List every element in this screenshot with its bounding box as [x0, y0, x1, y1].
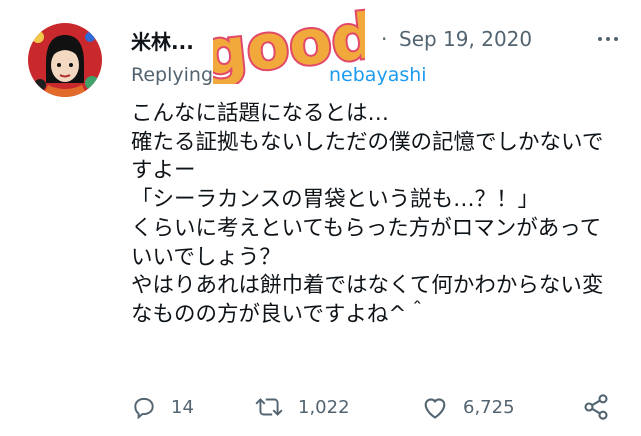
like-count: 6,725 [463, 396, 515, 418]
share-button[interactable] [582, 392, 624, 422]
replying-handle[interactable]: nebayashi [329, 64, 427, 86]
retweet-button[interactable]: 1,022 [254, 392, 350, 422]
replying-to: Replying nebayashi [131, 64, 427, 86]
tweet-date[interactable]: Sep 19, 2020 [399, 27, 532, 51]
more-icon[interactable] [591, 24, 625, 54]
retweet-icon [255, 398, 283, 416]
profile-avatar[interactable] [28, 23, 102, 97]
tweet-text: こんなに話題になるとは… 確たる証拠もないしただの僕の記憶でしかないですよー 「… [131, 101, 604, 327]
share-icon [584, 394, 608, 420]
like-button[interactable]: 6,725 [421, 392, 515, 422]
separator-dot: · [381, 27, 388, 51]
reply-icon [134, 397, 154, 420]
retweet-count: 1,022 [298, 396, 350, 418]
tweet-actions: 14 1,022 6,725 [131, 392, 611, 422]
reply-count: 14 [171, 396, 194, 418]
heart-icon [424, 398, 446, 419]
reply-button[interactable]: 14 [131, 392, 194, 422]
replying-prefix: Replying [131, 64, 214, 86]
tweet-header: 米林... · Sep 19, 2020 [131, 24, 621, 56]
author-name[interactable]: 米林... [131, 26, 194, 55]
